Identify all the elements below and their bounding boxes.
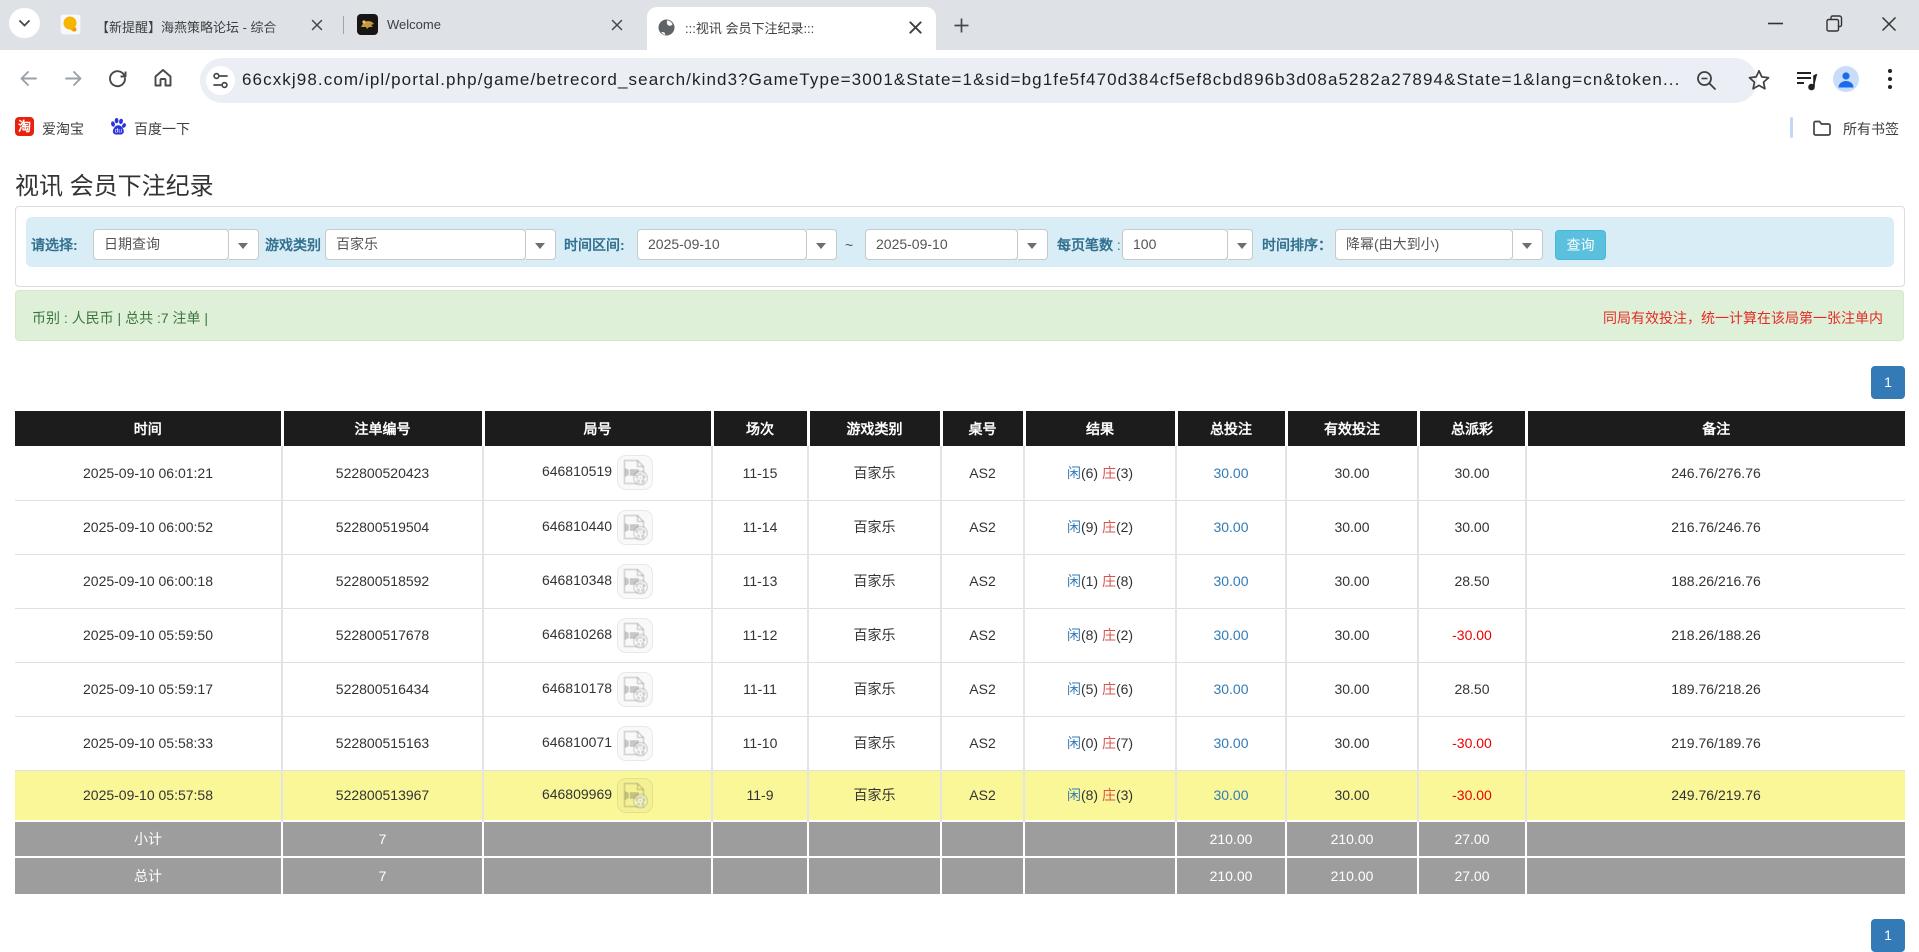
- svg-text:du: du: [115, 127, 123, 134]
